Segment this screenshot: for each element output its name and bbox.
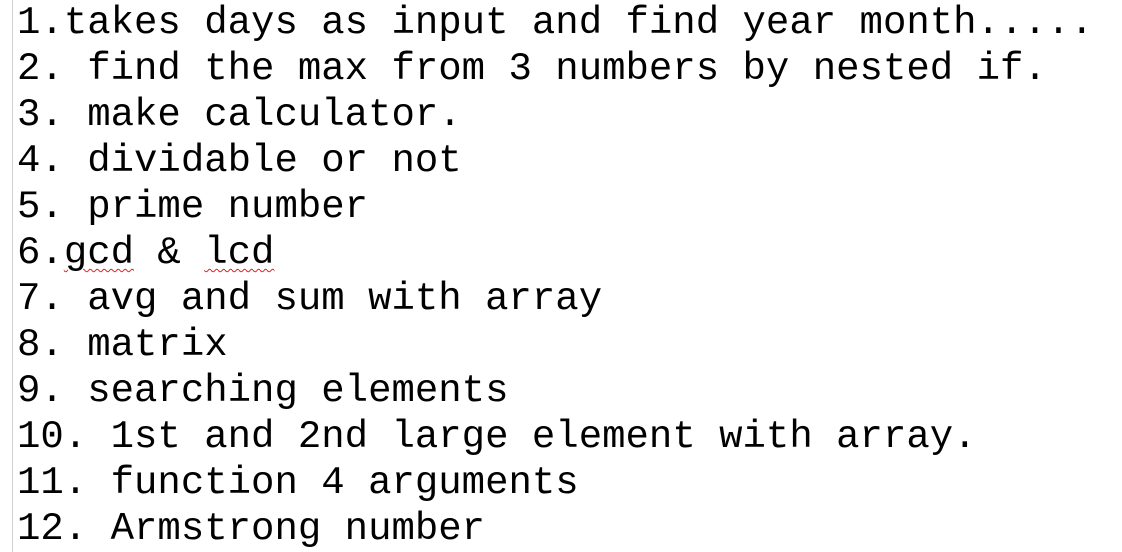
item-separator	[87, 507, 110, 551]
item-text: avg and sum with array	[87, 277, 603, 321]
item-separator	[64, 47, 87, 91]
list-item[interactable]: 9. searching elements	[17, 368, 1094, 414]
item-separator	[87, 415, 110, 459]
item-number: 5.	[17, 185, 64, 229]
list-item[interactable]: 7. avg and sum with array	[17, 276, 1094, 322]
item-number: 2.	[17, 47, 64, 91]
item-text: takes days as input and find year month.…	[63, 1, 1094, 45]
item-text: Armstrong number	[110, 507, 486, 551]
task-list: 1.takes days as input and find year mont…	[17, 0, 1094, 552]
item-separator	[64, 323, 87, 367]
item-number: 3.	[17, 93, 64, 137]
item-separator	[64, 93, 87, 137]
item-text: prime number	[87, 185, 369, 229]
list-item[interactable]: 12. Armstrong number	[17, 506, 1094, 552]
item-separator	[64, 139, 87, 183]
item-text: &	[134, 231, 205, 275]
item-text: matrix	[87, 323, 228, 367]
spellcheck-flagged-word[interactable]: gcd	[64, 231, 134, 275]
item-number: 9.	[17, 369, 64, 413]
list-item[interactable]: 6.gcd & lcd	[17, 230, 1094, 276]
item-number: 10.	[17, 415, 88, 459]
item-text: searching elements	[87, 369, 509, 413]
document-page[interactable]: 1.takes days as input and find year mont…	[0, 0, 1122, 552]
item-text: function 4 arguments	[110, 461, 579, 505]
item-text: make calculator.	[87, 93, 462, 137]
list-item[interactable]: 8. matrix	[17, 322, 1094, 368]
list-item[interactable]: 1.takes days as input and find year mont…	[17, 0, 1094, 46]
item-number: 7.	[17, 277, 64, 321]
list-item[interactable]: 5. prime number	[17, 184, 1094, 230]
item-separator	[64, 369, 87, 413]
item-separator	[64, 277, 87, 321]
item-number: 6.	[17, 231, 64, 275]
editor-left-border	[12, 0, 13, 552]
item-text: 1st and 2nd large element with array.	[110, 415, 977, 459]
item-number: 4.	[17, 139, 64, 183]
item-separator	[87, 461, 110, 505]
item-number: 1.	[17, 1, 64, 45]
item-number: 8.	[17, 323, 64, 367]
item-number: 12.	[17, 507, 88, 551]
list-item[interactable]: 10. 1st and 2nd large element with array…	[17, 414, 1094, 460]
list-item[interactable]: 11. function 4 arguments	[17, 460, 1094, 506]
item-separator	[64, 185, 87, 229]
spellcheck-flagged-word[interactable]: lcd	[204, 231, 274, 275]
list-item[interactable]: 4. dividable or not	[17, 138, 1094, 184]
item-text: find the max from 3 numbers by nested if…	[87, 47, 1047, 91]
item-text: dividable or not	[87, 139, 462, 183]
list-item[interactable]: 2. find the max from 3 numbers by nested…	[17, 46, 1094, 92]
list-item[interactable]: 3. make calculator.	[17, 92, 1094, 138]
item-number: 11.	[17, 461, 88, 505]
